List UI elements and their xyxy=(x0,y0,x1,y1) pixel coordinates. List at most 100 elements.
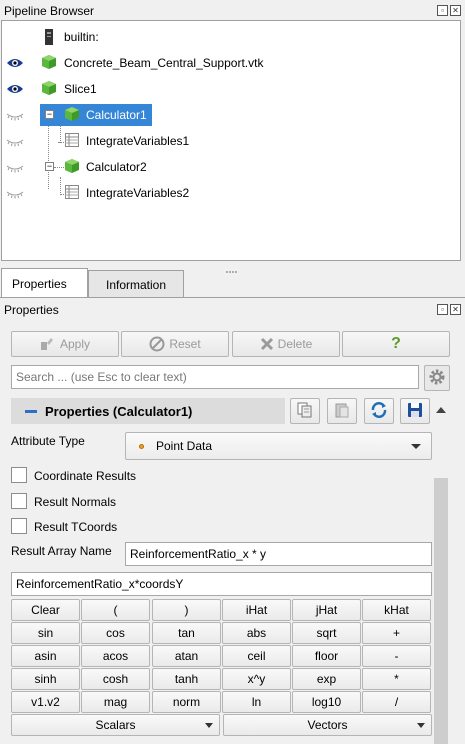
scrollbar-thumb[interactable] xyxy=(434,478,448,744)
keypad-jhat-button[interactable]: jHat xyxy=(292,599,361,621)
copy-icon xyxy=(297,402,313,421)
expression-input[interactable]: ReinforcementRatio_x*coordsY xyxy=(11,572,432,596)
eye-visible-icon[interactable] xyxy=(6,57,24,69)
collapse-icon[interactable]: − xyxy=(45,110,54,119)
keypad-asin-button[interactable]: asin xyxy=(11,645,80,667)
keypad-ln-button[interactable]: ln xyxy=(222,691,291,713)
keypad-khat-button[interactable]: kHat xyxy=(362,599,431,621)
keypad-clear-button[interactable]: Clear xyxy=(11,599,80,621)
keypad-mag-button[interactable]: mag xyxy=(81,691,150,713)
keypad-atan-button[interactable]: atan xyxy=(152,645,221,667)
keypad-divide-button[interactable]: / xyxy=(362,691,431,713)
float-icon[interactable]: ▫ xyxy=(437,304,448,315)
tab-properties[interactable]: Properties xyxy=(1,268,88,298)
pipeline-item-builtin[interactable]: builtin: xyxy=(2,26,460,48)
keypad-floor-button[interactable]: floor xyxy=(292,645,361,667)
keypad-open-paren-button[interactable]: ( xyxy=(81,599,150,621)
keypad-sinh-button[interactable]: sinh xyxy=(11,668,80,690)
pipeline-item-source[interactable]: Concrete_Beam_Central_Support.vtk xyxy=(2,52,460,74)
keypad-norm-button[interactable]: norm xyxy=(152,691,221,713)
keypad-label: acos xyxy=(102,649,129,663)
vectors-dropdown[interactable]: Vectors xyxy=(223,714,432,736)
keypad-exp-button[interactable]: exp xyxy=(292,668,361,690)
paste-icon xyxy=(334,402,350,421)
advanced-settings-button[interactable] xyxy=(424,365,450,391)
keypad-plus-button[interactable]: + xyxy=(362,622,431,644)
scroll-up-icon[interactable] xyxy=(436,402,446,416)
splitter-handle[interactable] xyxy=(225,263,239,273)
result-array-name-label: Result Array Name xyxy=(11,544,112,558)
eye-hidden-icon[interactable] xyxy=(6,187,24,199)
keypad-tanh-button[interactable]: tanh xyxy=(152,668,221,690)
scalars-dropdown[interactable]: Scalars xyxy=(11,714,220,736)
pipeline-item-label: Slice1 xyxy=(64,82,97,96)
keypad-label: ( xyxy=(113,603,118,617)
chevron-down-icon xyxy=(205,723,213,728)
keypad-sin-button[interactable]: sin xyxy=(11,622,80,644)
tab-information[interactable]: Information xyxy=(88,270,184,298)
copy-button[interactable] xyxy=(290,398,320,424)
pipeline-item-integratevariables2[interactable]: IntegrateVariables2 xyxy=(2,182,460,204)
collapse-icon[interactable]: − xyxy=(45,162,54,171)
paste-button[interactable] xyxy=(327,398,357,424)
close-icon[interactable]: ✕ xyxy=(450,304,461,315)
keypad-label: + xyxy=(392,626,400,640)
filter-cube-icon xyxy=(64,106,80,122)
save-button[interactable] xyxy=(400,398,430,424)
keypad-multiply-button[interactable]: * xyxy=(362,668,431,690)
keypad-cos-button[interactable]: cos xyxy=(81,622,150,644)
pipeline-item-calculator1[interactable]: − Calculator1 xyxy=(2,104,460,126)
eye-visible-icon[interactable] xyxy=(6,83,24,95)
result-normals-checkbox[interactable] xyxy=(11,493,27,509)
keypad-acos-button[interactable]: acos xyxy=(81,645,150,667)
coordinate-results-checkbox[interactable] xyxy=(11,467,27,483)
close-icon[interactable]: ✕ xyxy=(450,5,461,16)
refresh-button[interactable] xyxy=(364,398,394,424)
pipeline-item-label: Concrete_Beam_Central_Support.vtk xyxy=(64,56,264,70)
result-tcoords-checkbox[interactable] xyxy=(11,518,27,534)
result-array-name-input[interactable]: ReinforcementRatio_x * y xyxy=(125,542,432,566)
attribute-type-label: Attribute Type xyxy=(11,434,85,448)
keypad-ihat-button[interactable]: iHat xyxy=(222,599,291,621)
help-button[interactable]: ? xyxy=(342,331,450,357)
keypad-close-paren-button[interactable]: ) xyxy=(152,599,221,621)
keypad-label: iHat xyxy=(245,603,268,617)
delete-button[interactable]: Delete xyxy=(232,331,340,357)
server-icon xyxy=(43,29,59,45)
pipeline-item-calculator2[interactable]: − Calculator2 xyxy=(2,156,460,178)
gear-icon xyxy=(428,368,446,389)
apply-button[interactable]: Apply xyxy=(11,331,119,357)
pipeline-tree[interactable]: builtin: Concrete_Beam_Central_Support.v… xyxy=(1,20,461,261)
properties-title: Properties xyxy=(4,303,59,317)
keypad-dot-product-button[interactable]: v1.v2 xyxy=(11,691,80,713)
properties-titlebar: Properties ▫ ✕ xyxy=(0,300,465,320)
pipeline-item-slice1[interactable]: Slice1 xyxy=(2,78,460,100)
keypad-label: Clear xyxy=(31,603,60,617)
eye-hidden-icon[interactable] xyxy=(6,109,24,121)
keypad-log10-button[interactable]: log10 xyxy=(292,691,361,713)
delete-label: Delete xyxy=(277,337,313,351)
properties-section-header[interactable]: Properties (Calculator1) xyxy=(11,398,285,424)
eye-hidden-icon[interactable] xyxy=(6,161,24,173)
keypad-ceil-button[interactable]: ceil xyxy=(222,645,291,667)
keypad-minus-button[interactable]: - xyxy=(362,645,431,667)
eye-hidden-icon[interactable] xyxy=(6,135,24,147)
keypad-power-button[interactable]: x^y xyxy=(222,668,291,690)
reset-button[interactable]: Reset xyxy=(121,331,229,357)
keypad-sqrt-button[interactable]: sqrt xyxy=(292,622,361,644)
keypad-label: abs xyxy=(246,626,267,640)
keypad-tan-button[interactable]: tan xyxy=(152,622,221,644)
keypad-cosh-button[interactable]: cosh xyxy=(81,668,150,690)
keypad-label: ceil xyxy=(247,649,266,663)
search-input[interactable]: Search ... (use Esc to clear text) xyxy=(11,365,419,389)
keypad-abs-button[interactable]: abs xyxy=(222,622,291,644)
keypad-label: ln xyxy=(251,695,262,709)
keypad-label: cosh xyxy=(102,672,129,686)
keypad-label: floor xyxy=(314,649,339,663)
attribute-type-select[interactable]: Point Data xyxy=(125,432,432,460)
keypad-label: norm xyxy=(172,695,201,709)
delete-icon xyxy=(260,337,274,351)
pipeline-item-label: IntegrateVariables2 xyxy=(86,186,190,200)
pipeline-item-integratevariables1[interactable]: IntegrateVariables1 xyxy=(2,130,460,152)
float-icon[interactable]: ▫ xyxy=(437,5,448,16)
